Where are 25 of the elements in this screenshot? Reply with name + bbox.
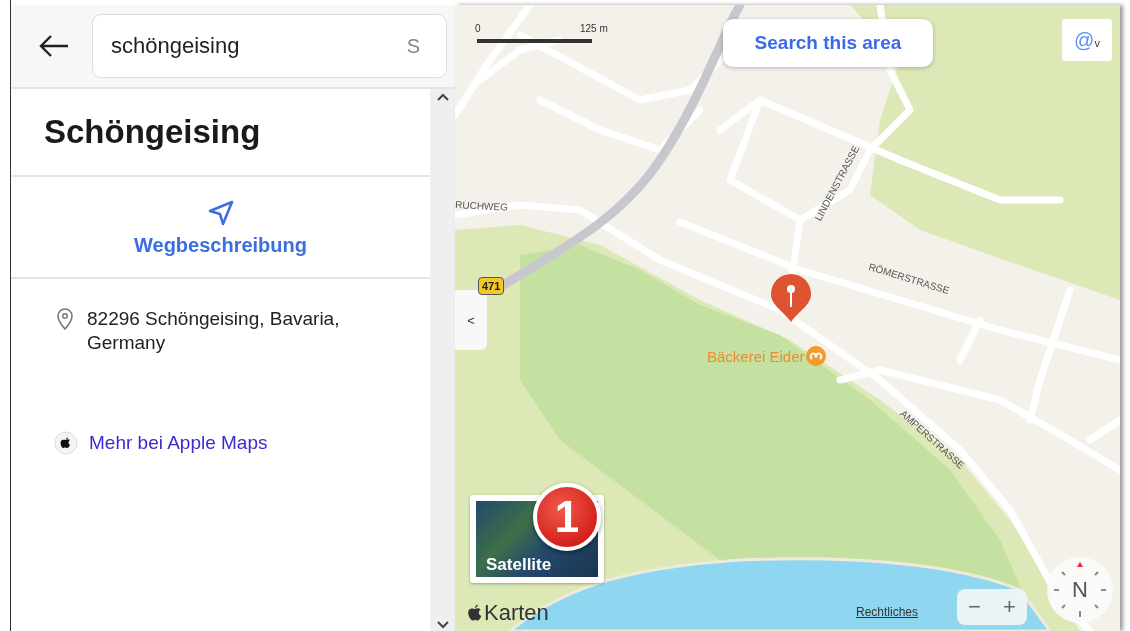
address-text: 82296 Schöngeising, Bavaria, Germany [87,307,341,355]
zoom-out-button[interactable]: − [957,589,992,625]
scale-start-label: 0 [475,23,481,34]
map-pin-icon[interactable] [770,273,812,323]
road-number-shield: 471 [478,277,505,295]
search-this-area-button[interactable]: Search this area [723,19,933,67]
search-field[interactable]: schöngeising S [92,14,447,78]
chevron-up-icon[interactable] [436,93,449,101]
apple-logo-icon [54,431,78,455]
account-button[interactable]: @v [1062,19,1112,61]
zoom-in-button[interactable]: + [992,589,1027,625]
pretzel-icon [805,346,826,366]
brand-wordmark: Karten [484,600,549,626]
street-label: RUCHWEG [455,199,509,213]
collapse-panel-button[interactable]: < [455,290,487,350]
scrollbar[interactable] [430,89,455,631]
scale-end-label: 125 m [580,23,608,34]
search-input[interactable]: schöngeising [109,32,407,60]
legal-link[interactable]: Rechtliches [856,605,919,619]
apple-maps-link[interactable]: Mehr bei Apple Maps [89,432,268,454]
search-trailing-text: S [406,34,420,58]
apple-logo-icon [467,603,483,623]
back-arrow-icon[interactable] [38,34,70,58]
location-pin-icon [57,308,73,330]
chevron-down-icon[interactable] [436,621,449,629]
